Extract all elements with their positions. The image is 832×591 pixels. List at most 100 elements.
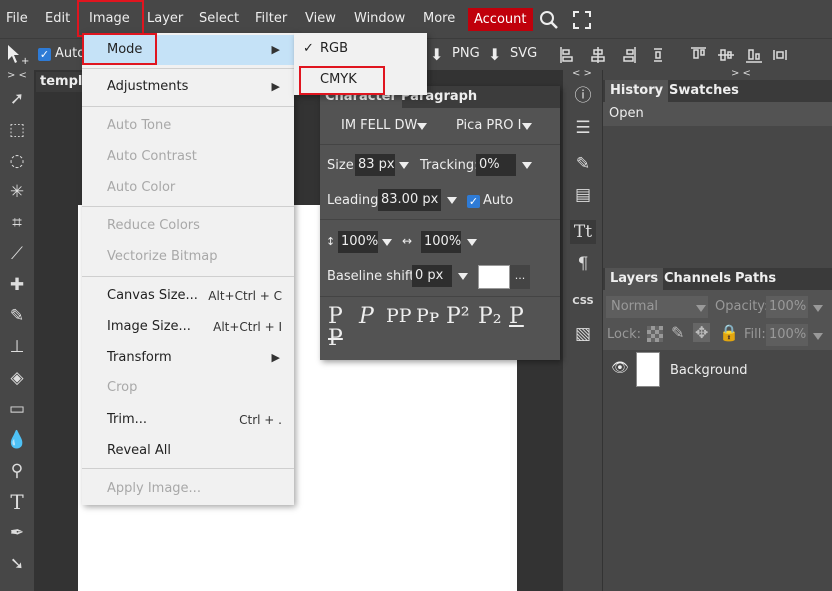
menu-item-crop[interactable]: Crop <box>82 373 294 403</box>
opacity-arrow[interactable] <box>813 305 823 312</box>
menu-item-reduce-colors[interactable]: Reduce Colors <box>82 211 294 241</box>
layer-row[interactable]: 👁 Background <box>603 350 832 390</box>
image-icon[interactable]: ▧ <box>570 322 596 346</box>
character-panel-icon[interactable]: Tt <box>570 220 596 244</box>
collapse-tools-toggle[interactable]: > < <box>7 70 27 81</box>
dodge-tool-icon[interactable]: ⚲ <box>4 458 30 484</box>
subscript-icon[interactable]: P₂ <box>478 304 502 329</box>
size-input[interactable]: 83 px <box>355 154 395 176</box>
font-family-arrow[interactable] <box>417 123 427 130</box>
superscript-icon[interactable]: P² <box>446 304 470 329</box>
menu-item-trim[interactable]: Trim... Ctrl + . <box>82 405 294 435</box>
clone-stamp-icon[interactable]: ⊥ <box>4 334 30 360</box>
opacity-input[interactable]: 100% <box>766 296 808 318</box>
submenu-item-rgb[interactable]: ✓ RGB <box>294 33 427 64</box>
document-tab[interactable]: templa <box>36 72 84 92</box>
marquee-tool-icon[interactable]: ⬚ <box>4 117 30 143</box>
vertical-scale-arrow[interactable] <box>382 239 392 246</box>
properties-icon[interactable]: ▤ <box>570 183 596 207</box>
menu-item-transform[interactable]: Transform ▶ <box>82 343 294 373</box>
lock-move-icon[interactable]: ✥ <box>693 323 711 342</box>
collapse-right-toggle[interactable]: < > <box>572 68 592 79</box>
text-color-swatch[interactable] <box>478 265 510 289</box>
adjustments-icon[interactable]: ☰ <box>570 116 596 140</box>
search-icon[interactable] <box>539 10 559 30</box>
font-style-arrow[interactable] <box>522 123 532 130</box>
leading-arrow[interactable] <box>447 197 457 204</box>
magic-wand-icon[interactable]: ✳ <box>4 179 30 205</box>
horizontal-scale-input[interactable]: 100% <box>421 231 461 253</box>
tab-swatches[interactable]: Swatches <box>664 80 744 102</box>
gradient-tool-icon[interactable]: ▭ <box>4 396 30 422</box>
leading-input[interactable]: 83.00 px <box>378 189 441 211</box>
menu-more[interactable]: More <box>423 0 455 38</box>
fill-arrow[interactable] <box>813 333 823 340</box>
pen-tool-icon[interactable]: ✒ <box>4 520 30 546</box>
menu-edit[interactable]: Edit <box>45 0 70 38</box>
menu-item-canvas-size[interactable]: Canvas Size... Alt+Ctrl + C <box>82 281 294 311</box>
download-png-icon[interactable]: ⬇ <box>430 45 443 64</box>
collapse-panels-toggle[interactable]: > < <box>731 68 751 79</box>
font-family-select[interactable]: IM FELL DW <box>341 118 417 133</box>
tracking-input[interactable]: 0% <box>476 154 516 176</box>
download-svg-icon[interactable]: ⬇ <box>488 45 501 64</box>
menu-file[interactable]: File <box>6 0 28 38</box>
auto-select-checkbox[interactable]: ✓ <box>38 48 51 61</box>
tab-paths[interactable]: Paths <box>730 268 781 290</box>
menu-item-vectorize-bitmap[interactable]: Vectorize Bitmap <box>82 242 294 272</box>
export-svg-button[interactable]: SVG <box>510 46 537 61</box>
export-png-button[interactable]: PNG <box>452 46 480 61</box>
menu-item-adjustments[interactable]: Adjustments ▶ <box>82 72 294 102</box>
menu-item-auto-contrast[interactable]: Auto Contrast <box>82 142 294 172</box>
healing-brush-icon[interactable]: ✚ <box>4 272 30 298</box>
fullscreen-icon[interactable] <box>573 11 591 29</box>
color-picker-button[interactable]: ... <box>510 265 530 289</box>
info-icon[interactable]: ⓘ <box>570 84 596 108</box>
type-tool-icon[interactable]: T <box>4 489 30 515</box>
tab-channels[interactable]: Channels <box>659 268 736 290</box>
blend-mode-select[interactable]: Normal <box>606 296 708 318</box>
auto-leading-checkbox[interactable]: ✓ <box>467 195 480 208</box>
underline-icon[interactable]: P <box>509 304 524 329</box>
menu-item-auto-tone[interactable]: Auto Tone <box>82 111 294 141</box>
menu-item-apply-image[interactable]: Apply Image... <box>82 474 294 504</box>
eraser-tool-icon[interactable]: ◈ <box>4 365 30 391</box>
eyedropper-icon[interactable]: ⟋ <box>4 241 30 267</box>
path-select-icon[interactable]: ➘ <box>4 551 30 577</box>
faux-italic-icon[interactable]: P <box>359 304 374 329</box>
all-caps-icon[interactable]: PP <box>386 305 412 327</box>
layer-name[interactable]: Background <box>670 363 748 378</box>
strikethrough-icon[interactable]: P <box>328 326 343 351</box>
font-style-select[interactable]: Pica PRO I <box>456 118 521 133</box>
lock-transparency-icon[interactable] <box>647 326 663 342</box>
distribute-icons[interactable] <box>690 46 800 64</box>
menu-item-image-size[interactable]: Image Size... Alt+Ctrl + I <box>82 312 294 342</box>
tracking-arrow[interactable] <box>522 162 532 169</box>
lock-paint-icon[interactable]: ✎ <box>671 323 684 342</box>
lasso-tool-icon[interactable]: ◌ <box>4 148 30 174</box>
horizontal-scale-arrow[interactable] <box>467 239 477 246</box>
align-icons[interactable] <box>558 46 668 64</box>
blur-tool-icon[interactable]: 💧 <box>4 427 30 453</box>
brush-tool-icon[interactable]: ✎ <box>4 303 30 329</box>
size-arrow[interactable] <box>399 162 409 169</box>
move-tool-icon[interactable]: + <box>6 44 30 66</box>
css-icon[interactable]: CSS <box>570 290 596 314</box>
lock-all-icon[interactable]: 🔒 <box>719 323 739 342</box>
history-item[interactable]: Open <box>609 106 644 121</box>
paragraph-panel-icon[interactable]: ¶ <box>570 252 596 276</box>
crop-tool-icon[interactable]: ⌗ <box>4 210 30 236</box>
tab-layers[interactable]: Layers <box>605 268 664 290</box>
visibility-eye-icon[interactable]: 👁 <box>611 360 629 376</box>
brush-settings-icon[interactable]: ✎ <box>570 152 596 176</box>
fill-input[interactable]: 100% <box>766 324 808 346</box>
account-button[interactable]: Account <box>468 8 533 31</box>
menu-item-auto-color[interactable]: Auto Color <box>82 173 294 203</box>
tab-history[interactable]: History <box>605 80 669 102</box>
small-caps-icon[interactable]: Pᴘ <box>416 305 439 327</box>
vertical-scale-input[interactable]: 100% <box>338 231 378 253</box>
menu-item-reveal-all[interactable]: Reveal All <box>82 436 294 466</box>
move-tool-icon[interactable]: ➚ <box>4 86 30 112</box>
baseline-shift-arrow[interactable] <box>458 273 468 280</box>
baseline-shift-input[interactable]: 0 px <box>412 265 452 287</box>
